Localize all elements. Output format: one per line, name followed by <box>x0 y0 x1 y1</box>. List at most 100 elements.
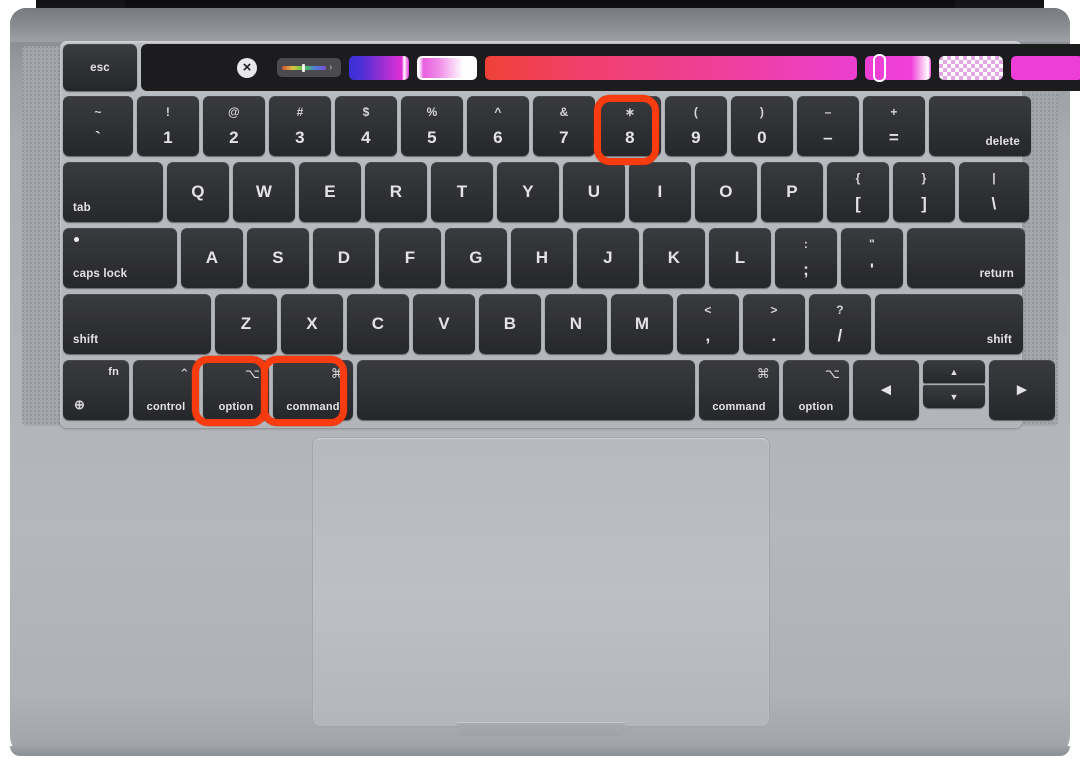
o-label: O <box>719 182 733 201</box>
arrow-right-key[interactable]: ► <box>989 360 1055 420</box>
d-key[interactable]: D <box>313 228 375 288</box>
x-label: X <box>306 314 318 333</box>
bracket-close-lower-label: ] <box>921 194 927 213</box>
option-right-key[interactable]: ⌥ option <box>783 360 849 420</box>
arrow-down-key[interactable]: ▼ <box>923 385 985 408</box>
bracket-open-key[interactable]: {[ <box>827 162 889 222</box>
control-key[interactable]: ⌃ control <box>133 360 199 420</box>
backslash-pipe-lower-label: \ <box>991 194 997 213</box>
f-key[interactable]: F <box>379 228 441 288</box>
quote-apostrophe-key[interactable]: " ' <box>841 228 903 288</box>
touch-bar-swatch-gradient-magenta-mid[interactable] <box>865 53 931 82</box>
touch-bar-swatch-gradient-red-pink-long[interactable] <box>485 55 857 80</box>
h-key[interactable]: H <box>511 228 573 288</box>
close-circle-icon[interactable] <box>237 57 257 78</box>
shift-right-key[interactable]: shift <box>875 294 1023 354</box>
quote-apostrophe-lower-label: ' <box>869 260 875 279</box>
bottom-row: fn ⊕ ⌃ control ⌥ option ⌘ command ⌘ command ⌥ optio… <box>63 360 1055 420</box>
4-dollar-key[interactable]: $4 <box>335 96 397 156</box>
bracket-close-key[interactable]: }] <box>893 162 955 222</box>
o-key[interactable]: O <box>695 162 757 222</box>
e-key[interactable]: E <box>299 162 361 222</box>
equals-plus-key[interactable]: + = <box>863 96 925 156</box>
delete-key[interactable]: delete <box>929 96 1031 156</box>
2-at-key[interactable]: @2 <box>203 96 265 156</box>
q-label: Q <box>191 182 205 201</box>
u-key[interactable]: U <box>563 162 625 222</box>
t-key[interactable]: T <box>431 162 493 222</box>
3-hash-key[interactable]: #3 <box>269 96 331 156</box>
period-greater-than-upper-label: > <box>770 303 778 317</box>
space-key[interactable] <box>357 360 695 420</box>
slash-question-key[interactable]: ? / <box>809 294 871 354</box>
1-exclaim-lower-label: 1 <box>163 128 173 147</box>
5-percent-key[interactable]: % 5 <box>401 96 463 156</box>
touch-bar-swatch-checker-transparent[interactable] <box>939 55 1003 80</box>
z-key[interactable]: Z <box>215 294 277 354</box>
8-asterisk-key[interactable]: ∗ 8 <box>599 96 661 156</box>
r-key[interactable]: R <box>365 162 427 222</box>
touch-bar-swatch-gradient-magenta-white[interactable] <box>417 55 477 80</box>
macbook-keyboard-photo: esc › ~`!1@2#3$4%5^6&7∗8(9)0––+=delete <box>0 0 1080 762</box>
m-key[interactable]: M <box>611 294 673 354</box>
swatch-selection-handle[interactable] <box>873 53 886 82</box>
j-key[interactable]: J <box>577 228 639 288</box>
tilde-grave-key[interactable]: ~ ` <box>63 96 133 156</box>
command-left-key[interactable]: ⌘ command <box>273 360 353 420</box>
esc-key[interactable]: esc <box>63 44 137 91</box>
arrow-left-key[interactable]: ◄ <box>853 360 919 420</box>
touch-bar-swatch-gradient-blue-magenta[interactable] <box>349 55 409 80</box>
8-asterisk-upper-label: ∗ <box>624 105 636 119</box>
7-ampersand-upper-label: & <box>559 105 569 119</box>
g-key[interactable]: G <box>445 228 507 288</box>
spectrum-slider[interactable] <box>282 63 326 72</box>
n-key[interactable]: N <box>545 294 607 354</box>
1-exclaim-key[interactable]: ! 1 <box>137 96 199 156</box>
color-spectrum-icon[interactable]: › <box>277 58 341 77</box>
fn-globe-key[interactable]: fn ⊕ <box>63 360 129 420</box>
period-greater-than-key[interactable]: >. <box>743 294 805 354</box>
trackpad[interactable] <box>312 437 770 736</box>
c-key[interactable]: C <box>347 294 409 354</box>
1-exclaim-upper-label: ! <box>165 105 171 119</box>
command-right-key[interactable]: ⌘ command <box>699 360 779 420</box>
6-caret-key[interactable]: ^ 6 <box>467 96 529 156</box>
return-key[interactable]: return <box>907 228 1025 288</box>
equals-plus-upper-label: + <box>890 105 898 119</box>
a-key[interactable]: A <box>181 228 243 288</box>
shift-left-key[interactable]: shift <box>63 294 211 354</box>
9-paren-open-upper-label: ( <box>693 105 699 119</box>
s-key[interactable]: S <box>247 228 309 288</box>
arrow-up-key-glyph: ▲ <box>949 366 959 377</box>
q-key[interactable]: Q <box>167 162 229 222</box>
arrow-up-key[interactable]: ▲ <box>923 360 985 383</box>
comma-less-than-key[interactable]: <, <box>677 294 739 354</box>
touch-bar[interactable]: › <box>141 44 1080 91</box>
5-percent-upper-label: % <box>426 105 438 119</box>
b-key[interactable]: B <box>479 294 541 354</box>
caps-lock-key[interactable]: caps lock <box>63 228 177 288</box>
9-paren-open-key[interactable]: (9 <box>665 96 727 156</box>
0-paren-close-key[interactable]: ) 0 <box>731 96 793 156</box>
arrow-left-label: ◄ <box>877 380 895 399</box>
semicolon-colon-key[interactable]: :; <box>775 228 837 288</box>
7-ampersand-key[interactable]: & 7 <box>533 96 595 156</box>
touch-bar-row: esc › <box>63 44 1080 91</box>
p-key[interactable]: P <box>761 162 823 222</box>
3-hash-lower-label: 3 <box>295 128 305 147</box>
k-key[interactable]: K <box>643 228 705 288</box>
minus-underscore-key[interactable]: – – <box>797 96 859 156</box>
y-key[interactable]: Y <box>497 162 559 222</box>
tab-key[interactable]: tab <box>63 162 163 222</box>
touch-bar-swatch-solid-magenta[interactable] <box>1011 55 1080 80</box>
option-left-key[interactable]: ⌥ option <box>203 360 269 420</box>
r-label: R <box>389 182 403 201</box>
backslash-pipe-key[interactable]: | \ <box>959 162 1029 222</box>
v-key[interactable]: V <box>413 294 475 354</box>
e-label: E <box>324 182 336 201</box>
w-key[interactable]: W <box>233 162 295 222</box>
4-dollar-lower-label: 4 <box>361 128 371 147</box>
l-key[interactable]: L <box>709 228 771 288</box>
i-key[interactable]: I <box>629 162 691 222</box>
x-key[interactable]: X <box>281 294 343 354</box>
